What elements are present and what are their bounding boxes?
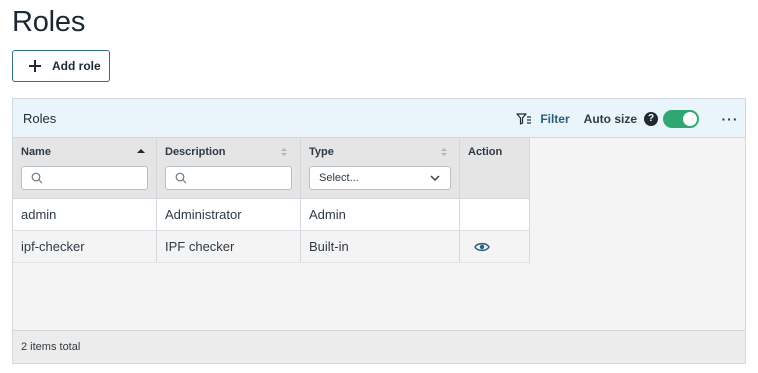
sort-icon[interactable]: [441, 148, 449, 158]
filter-button[interactable]: Filter: [516, 111, 570, 126]
roles-panel: Roles Filter Auto size ? ··· Name Descri…: [12, 98, 746, 364]
toggle-knob: [683, 111, 697, 126]
items-total: 2 items total: [13, 330, 745, 363]
column-label: Action: [468, 146, 503, 158]
table-row[interactable]: admin Administrator Admin: [13, 199, 530, 231]
table-header: Name Description Type Select... Action: [13, 138, 530, 199]
chevron-down-icon: [430, 175, 440, 181]
type-select[interactable]: Select...: [309, 166, 451, 190]
filter-label: Filter: [540, 111, 570, 126]
search-field[interactable]: [192, 169, 287, 187]
cell-description: IPF checker: [157, 231, 301, 262]
table-row[interactable]: ipf-checker IPF checker Built-in: [13, 231, 530, 263]
column-label: Description: [165, 146, 226, 158]
search-icon: [175, 172, 187, 184]
column-label: Type: [309, 146, 334, 158]
select-value: Select...: [319, 172, 359, 184]
panel-title: Roles: [23, 110, 57, 126]
column-header-type[interactable]: Type Select...: [301, 138, 460, 198]
description-search-input[interactable]: [165, 166, 292, 190]
help-icon[interactable]: ?: [644, 111, 658, 126]
plus-icon: [29, 60, 41, 72]
cell-name: ipf-checker: [13, 231, 157, 262]
filter-icon: [516, 112, 532, 125]
cell-type: Built-in: [301, 231, 460, 262]
auto-size-label: Auto size: [583, 111, 637, 126]
more-options-icon[interactable]: ···: [715, 111, 745, 127]
roles-table: Name Description Type Select... Action a…: [13, 138, 530, 263]
search-field[interactable]: [48, 169, 143, 187]
name-search-input[interactable]: [21, 166, 148, 190]
column-label: Name: [21, 146, 51, 158]
add-role-button[interactable]: Add role: [12, 50, 110, 82]
search-icon: [31, 172, 43, 184]
cell-type: Admin: [301, 199, 460, 230]
cell-action: [460, 199, 530, 230]
panel-tools: Filter Auto size ? ···: [516, 99, 745, 138]
column-header-action: Action: [460, 138, 530, 198]
cell-name: admin: [13, 199, 157, 230]
cell-action: [460, 231, 530, 262]
column-header-description[interactable]: Description: [157, 138, 301, 198]
cell-description: Administrator: [157, 199, 301, 230]
page-title: Roles: [12, 6, 86, 38]
add-role-label: Add role: [52, 59, 101, 73]
auto-size-toggle[interactable]: [663, 109, 699, 128]
panel-header: Roles Filter Auto size ? ···: [13, 99, 745, 138]
column-header-name[interactable]: Name: [13, 138, 157, 198]
sort-ascending-icon[interactable]: [137, 149, 145, 153]
sort-icon[interactable]: [281, 148, 289, 158]
eye-icon[interactable]: [474, 241, 490, 253]
